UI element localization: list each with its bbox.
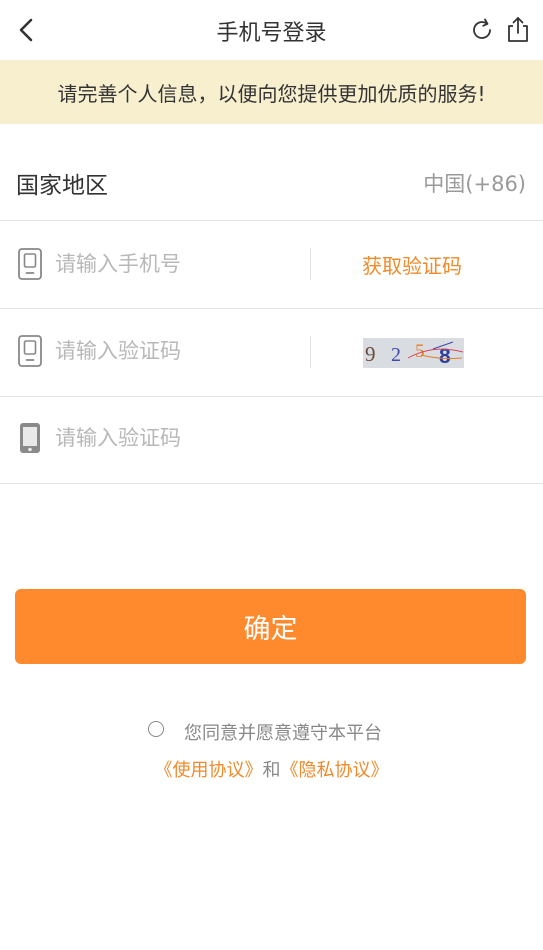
captcha-image[interactable]: 9 2 5 8 bbox=[363, 338, 464, 368]
captcha-input[interactable] bbox=[55, 334, 295, 368]
terms-link[interactable]: 《使用协议》 bbox=[155, 760, 263, 781]
region-value[interactable]: 中国(+86) bbox=[423, 168, 526, 198]
share-icon[interactable] bbox=[505, 15, 531, 43]
mobile-phone-icon bbox=[20, 423, 40, 453]
divider bbox=[0, 483, 543, 484]
phone-icon bbox=[18, 335, 42, 367]
captcha-char: 2 bbox=[391, 344, 401, 366]
phone-input[interactable] bbox=[55, 247, 295, 281]
notice-banner: 请完善个人信息，以便向您提供更加优质的服务! bbox=[0, 60, 543, 124]
get-code-button[interactable]: 获取验证码 bbox=[362, 250, 462, 279]
captcha-char: 8 bbox=[439, 345, 451, 368]
nav-bar: 手机号登录 bbox=[0, 0, 543, 60]
confirm-button[interactable]: 确定 bbox=[15, 589, 526, 664]
captcha-char: 9 bbox=[365, 342, 376, 366]
agreement-links: 《使用协议》和《隐私协议》 bbox=[0, 756, 543, 782]
divider bbox=[0, 220, 543, 221]
phone-icon bbox=[18, 248, 42, 280]
vertical-separator bbox=[310, 248, 311, 280]
agreement-radio[interactable] bbox=[148, 721, 164, 737]
page-title: 手机号登录 bbox=[216, 21, 327, 46]
sms-code-input[interactable] bbox=[55, 421, 295, 455]
refresh-icon[interactable] bbox=[469, 17, 495, 43]
divider bbox=[0, 308, 543, 309]
divider bbox=[0, 396, 543, 397]
agreement-text: 您同意并愿意遵守本平台 bbox=[184, 723, 382, 744]
notice-text: 请完善个人信息，以便向您提供更加优质的服务! bbox=[57, 81, 486, 106]
confirm-button-label: 确定 bbox=[243, 614, 298, 645]
vertical-separator bbox=[310, 336, 311, 368]
and-text: 和 bbox=[262, 760, 281, 781]
privacy-link[interactable]: 《隐私协议》 bbox=[281, 760, 389, 781]
region-label: 国家地区 bbox=[16, 173, 108, 199]
